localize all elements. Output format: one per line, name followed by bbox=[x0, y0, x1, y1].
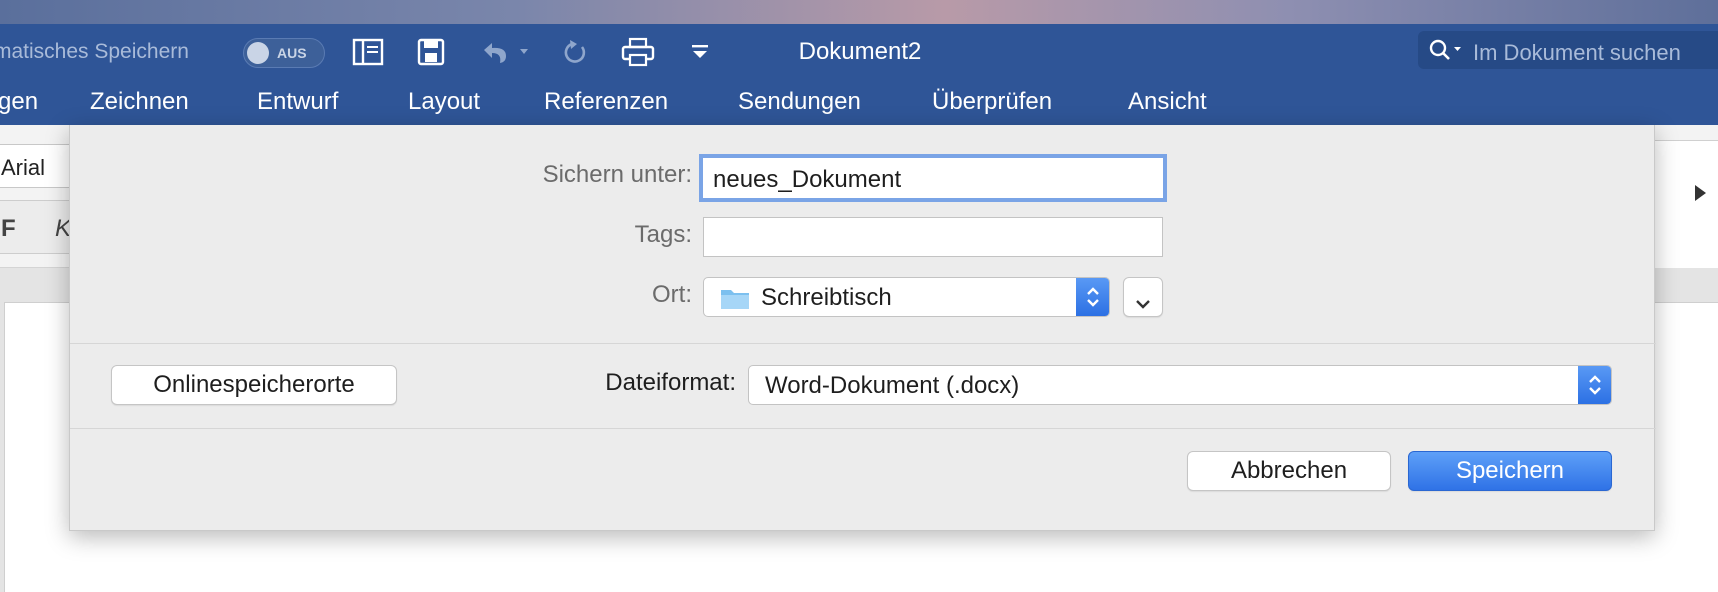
save-as-value: neues_Dokument bbox=[713, 166, 902, 193]
tab-sendungen[interactable]: Sendungen bbox=[738, 88, 861, 116]
font-name-value: Arial bbox=[1, 155, 46, 180]
online-locations-button[interactable]: Onlinespeicherorte bbox=[111, 365, 397, 405]
desktop-background bbox=[0, 0, 1718, 24]
cancel-button[interactable]: Abbrechen bbox=[1187, 451, 1391, 491]
file-format-stepper-icon bbox=[1578, 366, 1611, 404]
ribbon-more-icon[interactable] bbox=[1692, 183, 1708, 208]
undo-icon[interactable] bbox=[474, 36, 538, 68]
chevron-down-icon bbox=[1134, 290, 1152, 318]
autosave-label: matisches Speichern bbox=[0, 40, 189, 63]
bold-button[interactable]: F bbox=[1, 215, 16, 243]
tab-entwurf[interactable]: Entwurf bbox=[257, 88, 338, 116]
redo-icon[interactable] bbox=[560, 36, 592, 68]
location-label: Ort: bbox=[652, 281, 692, 308]
location-popup[interactable]: Schreibtisch bbox=[703, 277, 1110, 317]
save-icon[interactable] bbox=[414, 36, 448, 68]
file-format-label: Dateiformat: bbox=[605, 369, 736, 396]
location-value: Schreibtisch bbox=[761, 284, 892, 311]
title-bar: matisches Speichern AUS Dokument2 Im Dok… bbox=[0, 24, 1718, 80]
save-as-input[interactable]: neues_Dokument bbox=[703, 158, 1163, 198]
location-stepper-icon bbox=[1076, 278, 1109, 316]
dialog-divider-top bbox=[70, 343, 1656, 344]
ribbon-tabs: gen Zeichnen Entwurf Layout Referenzen S… bbox=[0, 80, 1718, 125]
save-dialog: Sichern unter: neues_Dokument Tags: Ort:… bbox=[69, 125, 1656, 531]
expand-dialog-button[interactable] bbox=[1123, 277, 1163, 317]
search-placeholder: Im Dokument suchen bbox=[1473, 40, 1681, 65]
search-icon bbox=[1428, 38, 1468, 67]
search-field[interactable]: Im Dokument suchen bbox=[1418, 31, 1718, 69]
sidebar-icon[interactable] bbox=[350, 36, 386, 68]
save-as-label: Sichern unter: bbox=[542, 161, 692, 188]
document-title: Dokument2 bbox=[798, 38, 922, 65]
format-buttons: F K bbox=[0, 200, 71, 254]
font-name-field[interactable]: Arial bbox=[0, 144, 70, 188]
autosave-toggle-label: AUS bbox=[277, 45, 307, 61]
file-format-value: Word-Dokument (.docx) bbox=[765, 372, 1020, 399]
folder-icon bbox=[720, 285, 750, 316]
tab-zeichnen[interactable]: Zeichnen bbox=[90, 88, 189, 116]
tab-ueberpruefen[interactable]: Überprüfen bbox=[932, 88, 1052, 116]
dialog-divider-bottom bbox=[70, 428, 1656, 429]
autosave-toggle[interactable]: AUS bbox=[243, 38, 325, 68]
tab-referenzen[interactable]: Referenzen bbox=[544, 88, 668, 116]
toggle-knob bbox=[247, 42, 269, 64]
tab-ansicht[interactable]: Ansicht bbox=[1128, 88, 1207, 116]
file-format-popup[interactable]: Word-Dokument (.docx) bbox=[748, 365, 1612, 405]
tags-input[interactable] bbox=[703, 217, 1163, 257]
tags-label: Tags: bbox=[634, 221, 692, 248]
tab-partial[interactable]: gen bbox=[0, 88, 38, 116]
tab-layout[interactable]: Layout bbox=[408, 88, 480, 116]
customize-toolbar-icon[interactable] bbox=[688, 36, 712, 68]
print-icon[interactable] bbox=[620, 36, 656, 68]
save-button[interactable]: Speichern bbox=[1408, 451, 1612, 491]
ribbon-overflow-panel bbox=[1651, 140, 1718, 270]
